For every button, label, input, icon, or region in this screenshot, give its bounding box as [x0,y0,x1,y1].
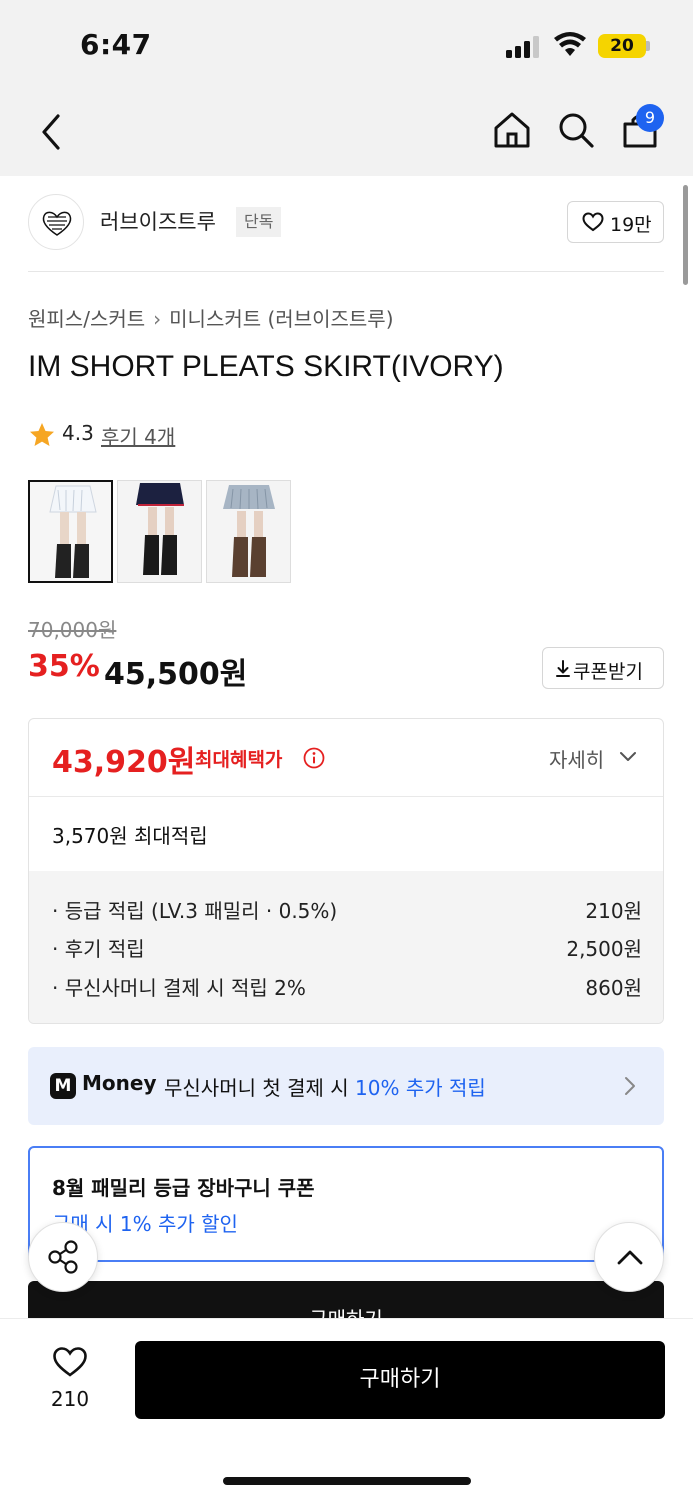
product-like-count: 210 [50,1387,90,1411]
battery-indicator: 20 [598,34,646,58]
money-desc-text: 무신사머니 첫 결제 시 [164,1076,356,1100]
scrollbar[interactable] [683,185,688,285]
point-row-value: 210원 [585,899,642,923]
cellular-signal-icon [506,36,539,58]
download-icon [556,660,570,677]
home-icon[interactable] [490,108,534,152]
brand-heart-logo-icon [42,211,72,236]
max-point: 3,570원 최대적립 [52,824,208,848]
best-price-label: 최대혜택가 [195,749,283,771]
review-link[interactable]: 후기 4개 [101,421,175,450]
battery-tip [646,41,650,51]
point-breakdown: · 등급 적립 (LV.3 패밀리 · 0.5%) 210원 · 후기 적립 2… [29,871,663,1023]
breadcrumb-category[interactable]: 원피스/스커트 [28,307,145,331]
chevron-up-icon [617,1250,643,1265]
point-row-label: · 후기 적립 [52,937,145,961]
chevron-right-icon [625,1077,635,1095]
status-time: 6:47 [80,28,152,61]
product-title: IM SHORT PLEATS SKIRT(IVORY) [28,350,504,383]
buy-button[interactable]: 구매하기 [135,1341,665,1419]
product-thumbnail-gray[interactable] [206,480,291,583]
point-row: · 등급 적립 (LV.3 패밀리 · 0.5%) 210원 [52,895,642,925]
divider [28,271,664,272]
breadcrumb: 원피스/스커트 › 미니스커트 (러브이즈트루) [28,303,394,332]
point-row-label: · 무신사머니 결제 시 적립 2% [52,976,306,1000]
money-banner[interactable]: M Money 무신사머니 첫 결제 시 10% 추가 적립 [28,1047,664,1125]
sale-price: 45,500원 [104,657,248,692]
best-price: 43,920원 [52,745,196,780]
cart-count-badge: 9 [636,104,664,132]
product-thumbnail-navy[interactable] [117,480,202,583]
money-logo-icon: M [50,1073,76,1099]
money-description: 무신사머니 첫 결제 시 10% 추가 적립 [164,1072,486,1101]
rating-score: 4.3 [62,421,94,445]
brand-like-button[interactable]: 19만 [567,201,664,243]
point-row: · 후기 적립 2,500원 [52,933,642,963]
point-row: · 무신사머니 결제 시 적립 2% 860원 [52,972,642,1002]
chevron-right-icon: › [153,307,162,331]
info-icon[interactable] [303,747,325,769]
star-icon [30,423,54,446]
benefit-box: 43,920원 최대혜택가 자세히 3,570원 최대적립 · 등급 적립 (L… [28,718,664,1024]
skirt-navy-image [118,481,201,582]
chevron-down-icon[interactable] [619,751,637,763]
brand-name[interactable]: 러브이즈트루 [100,206,216,236]
back-icon[interactable] [34,110,68,154]
coupon-download-button[interactable]: 쿠폰받기 [542,647,664,689]
home-indicator[interactable] [223,1477,471,1485]
wifi-icon [554,32,586,56]
search-icon[interactable] [554,108,598,152]
original-price: 70,000원 [28,618,117,642]
point-row-value: 860원 [585,976,642,1000]
divider [29,796,663,797]
scroll-top-button[interactable] [594,1222,664,1292]
brand-like-count: 19만 [610,214,652,236]
share-icon [48,1240,78,1274]
money-highlight: 10% 추가 적립 [355,1076,486,1100]
skirt-gray-image [207,481,290,582]
point-row-label: · 등급 적립 (LV.3 패밀리 · 0.5%) [52,899,338,923]
skirt-ivory-image [30,482,111,581]
coupon-title: 8월 패밀리 등급 장바구니 쿠폰 [52,1176,315,1200]
brand-logo[interactable] [28,194,84,250]
discount-rate: 35% [28,649,100,684]
share-button[interactable] [28,1222,98,1292]
bottom-action-bar: 210 구매하기 [0,1318,693,1500]
breadcrumb-subcategory[interactable]: 미니스커트 (러브이즈트루) [169,307,393,331]
coupon-download-label: 쿠폰받기 [573,661,643,683]
top-navigation: 9 [0,88,693,176]
point-row-value: 2,500원 [566,937,642,961]
product-thumbnail-ivory[interactable] [28,480,113,583]
family-coupon-card[interactable]: 8월 패밀리 등급 장바구니 쿠폰 구매 시 1% 추가 할인 [28,1146,664,1262]
benefit-detail-toggle[interactable]: 자세히 [549,744,604,773]
heart-icon[interactable] [52,1346,88,1378]
status-bar: 6:47 20 [0,0,693,88]
heart-icon [582,212,604,232]
money-brand: Money [82,1071,157,1095]
exclusive-tag: 단독 [236,207,282,237]
